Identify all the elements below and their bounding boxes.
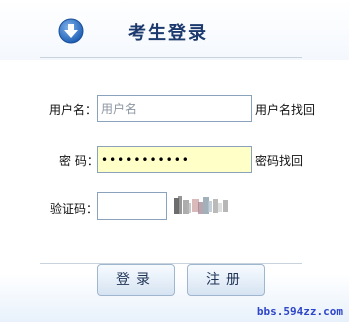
login-panel: 考生登录 用户名： 用户名找回 密 码： 密码找回 验证码： 登录 注册 bbs…	[0, 0, 349, 322]
password-recover-link[interactable]: 密码找回	[255, 152, 303, 169]
site-watermark: bbs.594zz.com	[256, 305, 343, 318]
captcha-label: 验证码：	[50, 202, 99, 216]
page-title: 考生登录	[128, 23, 208, 44]
top-divider	[40, 57, 302, 58]
captcha-image[interactable]	[172, 194, 238, 218]
header-bar: 考生登录	[0, 0, 349, 60]
username-label: 用户名：	[49, 103, 98, 117]
password-input[interactable]	[97, 146, 252, 173]
captcha-input[interactable]	[97, 192, 167, 220]
download-arrow-icon	[58, 18, 84, 44]
register-button[interactable]: 注册	[187, 264, 265, 296]
username-recover-link[interactable]: 用户名找回	[255, 101, 315, 118]
login-button[interactable]: 登录	[97, 264, 175, 296]
username-input[interactable]	[97, 95, 252, 122]
password-label: 密 码：	[59, 154, 99, 168]
